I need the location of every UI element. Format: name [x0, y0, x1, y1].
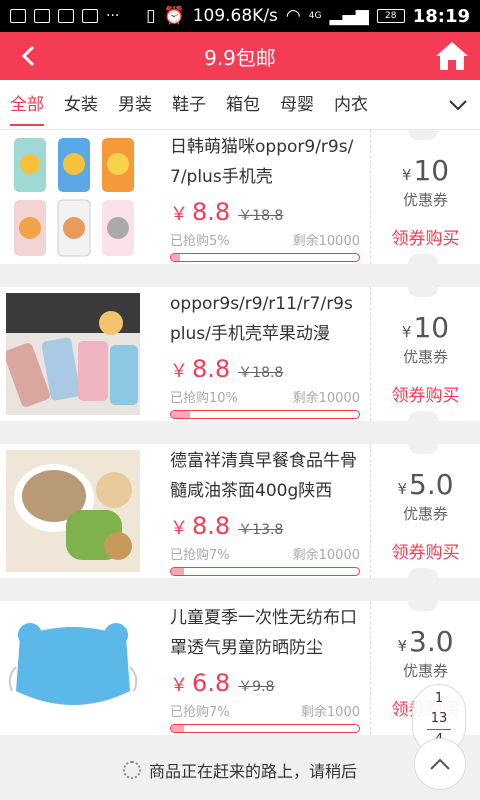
- chevron-left-icon: [21, 45, 35, 67]
- tab-all[interactable]: 全部: [0, 80, 54, 130]
- cat-icon: [58, 9, 74, 23]
- remaining-count: 剩余10000: [292, 234, 360, 249]
- category-tabs: 全部 女装 男装 鞋子 箱包 母婴 内衣: [0, 80, 480, 130]
- product-name[interactable]: 儿童夏季一次性无纺布口罩透气男童防晒防尘: [170, 603, 360, 663]
- product-name[interactable]: oppor9s/r9/r11/r7/r9s plus/手机壳苹果动漫: [170, 289, 360, 349]
- loading-spinner-icon: [122, 761, 141, 779]
- coupon-amount: ¥5.0: [397, 468, 454, 501]
- sold-percent: 已抢购7%: [170, 705, 230, 720]
- alarm-icon: ⏰: [163, 6, 185, 26]
- coupon-amount: ¥10: [401, 154, 450, 187]
- list-item[interactable]: 儿童夏季一次性无纺布口罩透气男童防晒防尘 ￥ 6.8 ￥9.8 已抢购7% 剩余1…: [0, 601, 480, 735]
- remaining-count: 剩余1000: [300, 705, 360, 720]
- back-button[interactable]: [12, 40, 44, 72]
- page-title: 9.9包邮: [204, 45, 276, 70]
- coupon-panel: ¥10 优惠券 领券购买: [370, 287, 480, 421]
- tab-bags[interactable]: 箱包: [216, 80, 270, 130]
- coupon-amount: ¥3.0: [397, 625, 454, 658]
- product-image[interactable]: [6, 607, 140, 729]
- product-image[interactable]: [6, 293, 140, 415]
- product-image[interactable]: [6, 450, 140, 572]
- message-icon: [82, 9, 98, 23]
- header: 9.9包邮: [0, 32, 480, 80]
- product-price: ￥ 6.8: [170, 669, 231, 697]
- original-price: ￥18.8: [238, 208, 284, 224]
- original-price: ￥18.8: [238, 365, 284, 381]
- wifi-icon: ◠: [285, 6, 301, 26]
- tab-baby[interactable]: 母婴: [270, 80, 324, 130]
- get-coupon-buy-button[interactable]: 领券购买: [371, 538, 480, 563]
- coupon-label: 优惠券: [402, 191, 448, 209]
- signal-icon: ▂▄▆: [329, 6, 369, 26]
- loading-footer: 商品正在赶来的路上，请稍后: [0, 740, 480, 800]
- product-name[interactable]: 日韩萌猫咪oppor9/r9s/7/plus手机壳: [170, 132, 360, 192]
- coupon-amount: ¥10: [401, 311, 450, 344]
- coupon-panel: ¥5.0 优惠券 领券购买: [370, 444, 480, 578]
- coupon-label: 优惠券: [402, 662, 448, 680]
- product-price: ￥ 8.8: [170, 355, 231, 383]
- original-price: ￥9.8: [238, 679, 275, 695]
- sold-progress-bar: [170, 567, 360, 576]
- battery-icon: 28: [376, 9, 405, 23]
- page-current: 1: [434, 691, 444, 706]
- remaining-count: 剩余10000: [292, 391, 360, 406]
- chevron-down-icon: [449, 99, 467, 110]
- image-icon: [10, 9, 26, 23]
- product-image[interactable]: [6, 136, 140, 258]
- list-item[interactable]: 德富祥清真早餐食品牛骨髓咸油茶面400g陕西 ￥ 8.8 ￥13.8 已抢购7% …: [0, 444, 480, 578]
- sold-percent: 已抢购10%: [170, 391, 238, 406]
- back-to-top-button[interactable]: [414, 738, 466, 790]
- home-button[interactable]: [434, 38, 470, 74]
- remaining-count: 剩余10000: [292, 548, 360, 563]
- product-name[interactable]: 德富祥清真早餐食品牛骨髓咸油茶面400g陕西: [170, 446, 360, 506]
- get-coupon-buy-button[interactable]: 领券购买: [371, 224, 480, 249]
- chevron-up-icon: [430, 758, 450, 770]
- expand-tabs-button[interactable]: [436, 80, 480, 130]
- tab-womens[interactable]: 女装: [54, 80, 108, 130]
- tab-underwear[interactable]: 内衣: [324, 80, 378, 130]
- sold-progress-bar: [170, 253, 360, 262]
- tab-mens[interactable]: 男装: [108, 80, 162, 130]
- status-bar: ··· ▯ ⏰ 109.68K/s ◠ 4G ▂▄▆ 28 18:19: [0, 0, 480, 32]
- loading-text: 商品正在赶来的路上，请稍后: [148, 762, 357, 781]
- coupon-panel: ¥10 优惠券 领券购买: [370, 130, 480, 264]
- original-price: ￥13.8: [238, 522, 284, 538]
- coupon-label: 优惠券: [402, 348, 448, 366]
- list-item[interactable]: oppor9s/r9/r11/r7/r9s plus/手机壳苹果动漫 ￥ 8.8 …: [0, 287, 480, 421]
- sold-percent: 已抢购7%: [170, 548, 230, 563]
- sold-percent: 已抢购5%: [170, 234, 230, 249]
- vibrate-icon: ▯: [146, 6, 156, 26]
- tab-shoes[interactable]: 鞋子: [162, 80, 216, 130]
- product-price: ￥ 8.8: [170, 198, 231, 226]
- coupon-label: 优惠券: [402, 505, 448, 523]
- list-item[interactable]: 日韩萌猫咪oppor9/r9s/7/plus手机壳 ￥ 8.8 ￥18.8 已抢购…: [0, 130, 480, 264]
- sold-progress-bar: [170, 410, 360, 419]
- sold-progress-bar: [170, 724, 360, 733]
- get-coupon-buy-button[interactable]: 领券购买: [371, 381, 480, 406]
- product-list: 日韩萌猫咪oppor9/r9s/7/plus手机壳 ￥ 8.8 ￥18.8 已抢购…: [0, 130, 480, 740]
- product-price: ￥ 8.8: [170, 512, 231, 540]
- signal-label: 4G: [308, 11, 322, 21]
- lock-icon: [34, 9, 50, 23]
- network-speed: 109.68K/s: [192, 6, 278, 26]
- clock: 18:19: [412, 5, 470, 27]
- notification-icons: ···: [10, 8, 119, 24]
- home-icon: [436, 42, 468, 70]
- more-notifications-icon: ···: [106, 8, 120, 24]
- page-number: 13: [430, 711, 448, 726]
